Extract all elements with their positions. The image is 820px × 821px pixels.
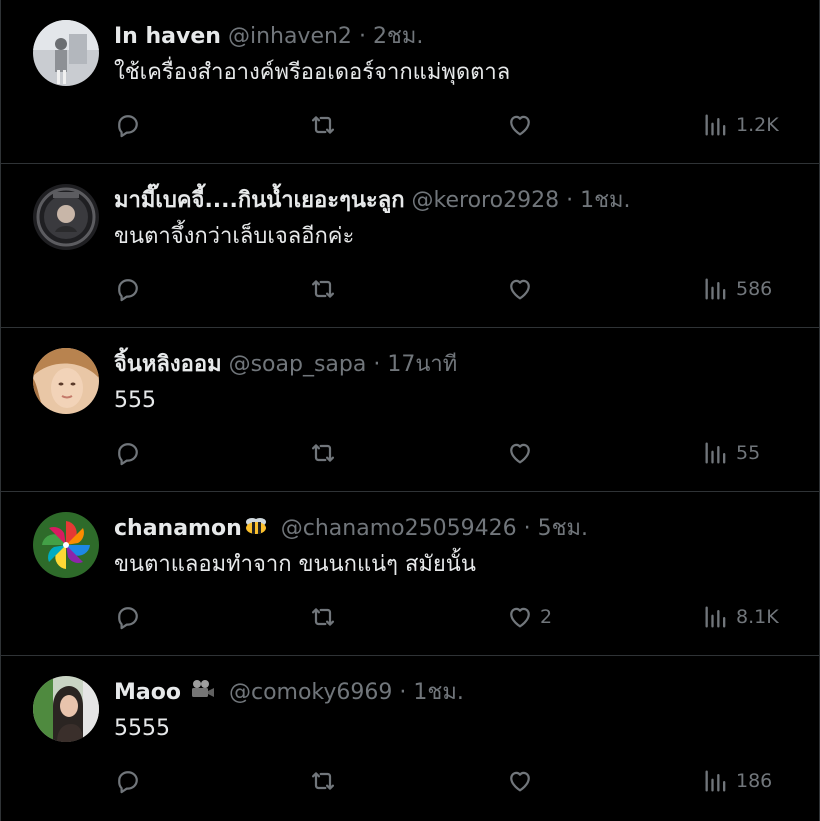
tweet[interactable]: In haven @inhaven2 · 2ชม. ใช้เครื่องสำอา… [1,0,819,164]
retweet-button[interactable] [309,108,337,142]
timestamp[interactable]: 5ชม. [538,516,588,541]
timestamp[interactable]: 2ชม. [373,24,423,49]
retweet-icon [309,111,337,139]
timestamp[interactable]: 17นาที [387,352,457,377]
analytics-icon [702,439,730,467]
view-count: 1.2K [736,114,779,136]
heart-icon [506,439,534,467]
tweet-header: In haven @inhaven2 · 2ชม. [114,20,423,54]
tweet[interactable]: chanamon @chanamo25059426 · 5ชม. ขนตาแลอ… [1,492,819,656]
user-handle[interactable]: @soap_sapa [229,352,367,377]
display-name[interactable]: มามี๊เบคจี้....กินน้ำเยอะๆนะลูก [114,188,405,213]
separator-dot: · [566,188,574,213]
reply-icon [114,603,142,631]
views-button[interactable]: 1.2K [702,108,779,142]
like-count: 2 [540,606,553,628]
view-count: 586 [736,278,773,300]
tweet-text: ขนตาแลอมทำจาก ขนนกแน่ๆ สมัยนั้น [114,552,476,577]
reply-icon [114,275,142,303]
like-button[interactable] [506,108,540,142]
separator-dot: · [373,352,381,377]
like-button[interactable] [506,764,540,798]
action-bar: 186 [114,764,794,798]
reply-button[interactable] [114,600,142,634]
retweet-button[interactable] [309,436,337,470]
avatar[interactable] [33,676,99,742]
views-button[interactable]: 8.1K [702,600,779,634]
separator-dot: · [399,680,407,705]
analytics-icon [702,111,730,139]
tweet-text: 5555 [114,716,170,741]
tweet-text: 555 [114,388,156,413]
tweet-header: มามี๊เบคจี้....กินน้ำเยอะๆนะลูก @keroro2… [114,184,631,218]
separator-dot: · [358,24,366,49]
user-handle[interactable]: @chanamo25059426 [281,516,517,541]
reply-icon [114,439,142,467]
views-button[interactable]: 186 [702,764,772,798]
timestamp[interactable]: 1ชม. [580,188,630,213]
tweet-header: จิ้นหลิงออม @soap_sapa · 17นาที [114,348,457,382]
retweet-button[interactable] [309,272,337,306]
analytics-icon [702,603,730,631]
separator-dot: · [523,516,531,541]
timestamp[interactable]: 1ชม. [413,680,463,705]
retweet-button[interactable] [309,764,337,798]
tweet-text: ขนตาจึ้งกว่าเล็บเจลอีกค่ะ [114,224,355,249]
reply-icon [114,767,142,795]
movie-camera-icon [190,676,216,710]
tweet-header: chanamon @chanamo25059426 · 5ชม. [114,512,588,546]
action-bar: 586 [114,272,794,306]
like-button[interactable]: 2 [506,600,552,634]
avatar[interactable] [33,184,99,250]
action-bar: 1.2K [114,108,794,142]
bee-icon [244,512,268,546]
heart-icon [506,767,534,795]
avatar[interactable] [33,348,99,414]
retweet-icon [309,439,337,467]
views-button[interactable]: 586 [702,272,772,306]
view-count: 8.1K [736,606,779,628]
user-handle[interactable]: @keroro2928 [412,188,560,213]
analytics-icon [702,767,730,795]
view-count: 186 [736,770,773,792]
reply-feed: In haven @inhaven2 · 2ชม. ใช้เครื่องสำอา… [0,0,820,821]
avatar[interactable] [33,20,99,86]
tweet-text: ใช้เครื่องสำอางค์พรีออเดอร์จากแม่พุดตาล [114,60,511,85]
tweet[interactable]: Maoo @comoky6969 · 1ชม. 5555 186 [1,656,819,820]
retweet-icon [309,603,337,631]
views-button[interactable]: 55 [702,436,760,470]
heart-icon [506,111,534,139]
action-bar: 2 8.1K [114,600,794,634]
action-bar: 55 [114,436,794,470]
heart-icon [506,603,534,631]
retweet-icon [309,275,337,303]
tweet[interactable]: มามี๊เบคจี้....กินน้ำเยอะๆนะลูก @keroro2… [1,164,819,328]
view-count: 55 [736,442,761,464]
avatar[interactable] [33,512,99,578]
like-button[interactable] [506,436,540,470]
tweet[interactable]: จิ้นหลิงออม @soap_sapa · 17นาที 555 55 [1,328,819,492]
display-name[interactable]: Maoo [114,680,181,705]
tweet-header: Maoo @comoky6969 · 1ชม. [114,676,464,710]
display-name[interactable]: chanamon [114,516,242,541]
heart-icon [506,275,534,303]
reply-button[interactable] [114,272,142,306]
display-name[interactable]: จิ้นหลิงออม [114,352,222,377]
retweet-icon [309,767,337,795]
user-handle[interactable]: @comoky6969 [229,680,392,705]
user-handle[interactable]: @inhaven2 [228,24,352,49]
retweet-button[interactable] [309,600,337,634]
reply-button[interactable] [114,764,142,798]
display-name[interactable]: In haven [114,24,221,49]
reply-button[interactable] [114,108,142,142]
like-button[interactable] [506,272,540,306]
reply-icon [114,111,142,139]
reply-button[interactable] [114,436,142,470]
analytics-icon [702,275,730,303]
